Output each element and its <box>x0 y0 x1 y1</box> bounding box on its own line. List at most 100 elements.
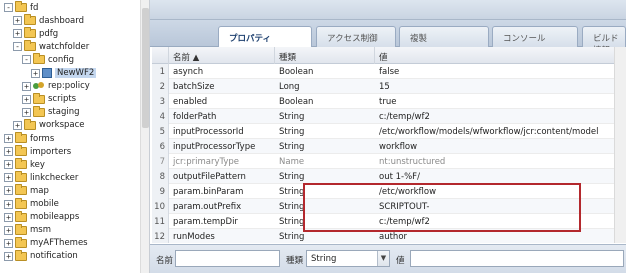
tree-item[interactable]: + mobile <box>4 197 59 211</box>
column-header-name[interactable]: 名前 ▲ <box>169 47 275 64</box>
folder-icon <box>15 197 27 209</box>
tree-item-label: scripts <box>48 94 77 105</box>
name-label: 名前 <box>156 256 174 266</box>
expand-icon[interactable]: + <box>22 81 31 91</box>
tree-item-label: watchfolder <box>39 41 90 52</box>
property-value: true <box>379 97 397 107</box>
row-number-header <box>152 47 169 64</box>
folder-icon <box>15 158 27 170</box>
expand-icon[interactable]: + <box>4 199 13 209</box>
tree-item[interactable]: + myAFThemes <box>4 236 88 250</box>
expand-icon[interactable]: + <box>31 68 40 78</box>
tree-item[interactable]: + dashboard <box>13 14 84 27</box>
tree-item[interactable]: + mobileapps <box>4 210 80 224</box>
property-value: nt:unstructured <box>379 157 446 167</box>
tree-item[interactable]: + notification <box>4 249 78 263</box>
property-name: inputProcessorType <box>173 142 256 152</box>
property-type: Name <box>279 157 305 167</box>
table-row[interactable]: 4 folderPath String c:/temp/wf2 <box>152 109 626 124</box>
node-icon <box>42 68 52 78</box>
expand-icon[interactable]: + <box>4 251 13 261</box>
tab-bar: プロパティアクセス制御複製コンソールビルド情報 <box>150 20 626 56</box>
expand-icon[interactable]: + <box>4 238 13 248</box>
property-name: jcr:primaryType <box>173 157 240 167</box>
tree-item-label: rep:policy <box>48 81 90 92</box>
expand-icon[interactable]: + <box>4 186 13 196</box>
expand-icon[interactable]: + <box>4 160 13 170</box>
tree-item[interactable]: + forms <box>4 132 54 145</box>
add-property-bar: 名前 種類 String ▼ 値 <box>150 244 626 273</box>
table-row[interactable]: 7 jcr:primaryType Name nt:unstructured <box>152 154 626 169</box>
tab-console[interactable]: コンソール <box>492 26 578 47</box>
chevron-down-icon[interactable]: ▼ <box>377 251 389 266</box>
folder-icon <box>15 210 27 222</box>
tree-item[interactable]: + workspace <box>13 118 85 132</box>
expand-icon[interactable]: + <box>4 134 13 143</box>
table-row[interactable]: 1 asynch Boolean false <box>152 64 626 79</box>
row-number: 1 <box>152 64 169 79</box>
column-header-value[interactable]: 値 <box>375 47 626 64</box>
folder-icon <box>24 118 36 130</box>
grid-scrollbar[interactable] <box>614 47 626 243</box>
repository-tree: - fd + dashboard + pdfg - watchfolder - config + Ne… <box>0 0 150 273</box>
tree-item-label: config <box>48 54 75 65</box>
table-row[interactable]: 3 enabled Boolean true <box>152 94 626 109</box>
expand-icon[interactable]: + <box>4 173 13 183</box>
tree-item[interactable]: + map <box>4 184 49 197</box>
expand-icon[interactable]: + <box>22 94 31 104</box>
top-toolbar <box>150 0 626 20</box>
tree-item-label: mobileapps <box>30 212 80 223</box>
tab-properties[interactable]: プロパティ <box>218 26 312 48</box>
expand-icon[interactable]: + <box>22 107 31 117</box>
tree-item[interactable]: + key <box>4 158 45 171</box>
column-header-type[interactable]: 種類 <box>275 47 375 64</box>
expand-icon[interactable]: + <box>4 212 13 222</box>
properties-panel: プロパティアクセス制御複製コンソールビルド情報 名前 ▲種類値1asynchBo… <box>150 0 626 273</box>
table-row[interactable]: 6 inputProcessorType String workflow <box>152 139 626 154</box>
tree-item-label: fd <box>30 2 39 13</box>
tree-item[interactable]: + rep:policy <box>22 80 90 93</box>
collapse-icon[interactable]: - <box>4 3 13 12</box>
tab-access-control[interactable]: アクセス制御 <box>316 26 396 47</box>
tree-item[interactable]: + importers <box>4 145 71 158</box>
property-name: param.binParam <box>173 187 244 197</box>
collapse-icon[interactable]: - <box>13 42 22 52</box>
property-type: Long <box>279 82 300 92</box>
tab-replication[interactable]: 複製 <box>399 26 489 47</box>
folder-icon <box>15 132 27 143</box>
expand-icon[interactable]: + <box>13 29 22 39</box>
row-number: 10 <box>152 199 169 214</box>
tree-item[interactable]: + NewWF2 <box>31 67 97 80</box>
table-row[interactable]: 2 batchSize Long 15 <box>152 79 626 94</box>
name-input[interactable] <box>175 250 280 267</box>
expand-icon[interactable]: + <box>13 16 22 26</box>
tree-item[interactable]: - config <box>22 53 74 66</box>
row-number: 2 <box>152 79 169 94</box>
expand-icon[interactable]: + <box>4 225 13 235</box>
tree-item[interactable]: + pdfg <box>13 27 58 40</box>
tree-item[interactable]: - fd <box>4 1 38 14</box>
tab-build-info[interactable]: ビルド情報 <box>582 26 626 56</box>
type-select-value: String <box>311 254 337 264</box>
value-input[interactable] <box>410 250 624 267</box>
tree-item[interactable]: + linkchecker <box>4 171 78 184</box>
property-type: Boolean <box>279 67 314 77</box>
folder-icon <box>15 236 27 248</box>
tree-item[interactable]: + staging <box>22 105 80 119</box>
row-number: 7 <box>152 154 169 169</box>
expand-icon[interactable]: + <box>4 147 13 157</box>
tree-item[interactable]: + scripts <box>22 92 77 106</box>
row-number: 6 <box>152 139 169 154</box>
table-row[interactable]: 8 outputFilePattern String out 1-%F/ <box>152 169 626 184</box>
tree-item[interactable]: - watchfolder <box>13 40 89 53</box>
folder-icon <box>15 1 27 12</box>
tree-item[interactable]: + msm <box>4 223 51 237</box>
type-select[interactable]: String ▼ <box>306 250 390 267</box>
tree-scrollbar[interactable] <box>140 0 149 273</box>
row-number: 9 <box>152 184 169 199</box>
table-row[interactable]: 5 inputProcessorId String/etc/workflow/mod… <box>152 124 626 139</box>
tree-item-label: NewWF2 <box>55 68 97 78</box>
collapse-icon[interactable]: - <box>22 55 31 65</box>
tree-scroll-thumb[interactable] <box>142 8 149 128</box>
expand-icon[interactable]: + <box>13 120 22 130</box>
